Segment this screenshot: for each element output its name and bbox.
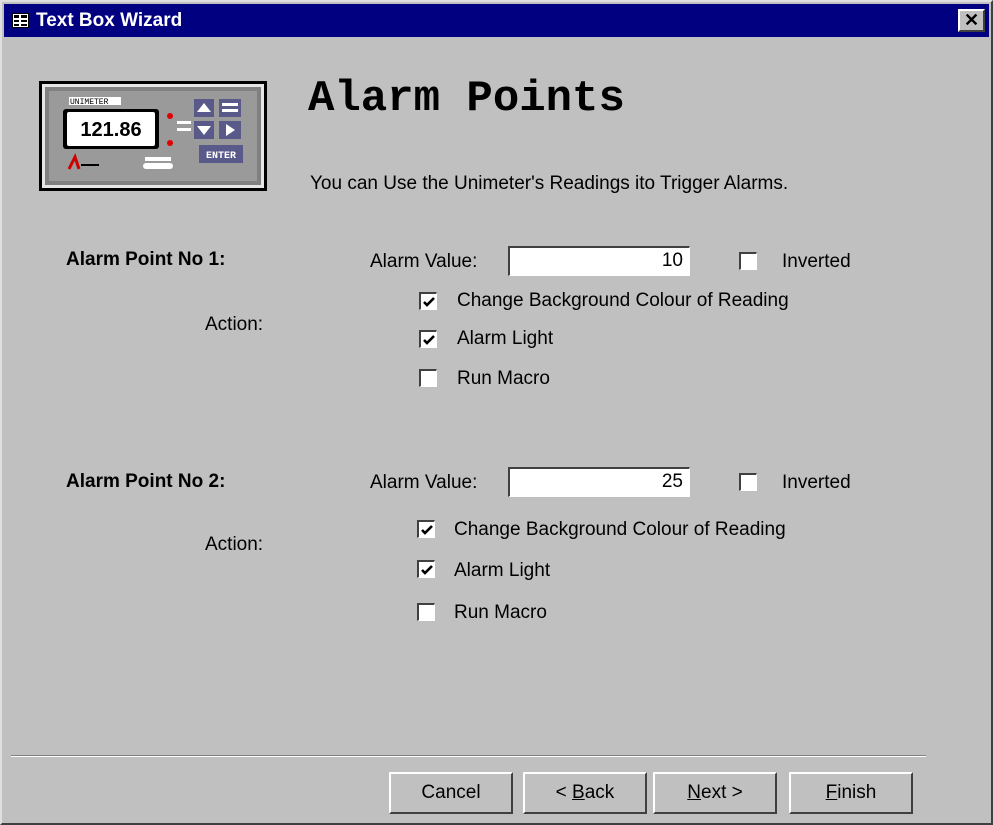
alarm2-run-macro-label: Run Macro xyxy=(454,602,547,623)
next-button-label: ext > xyxy=(701,782,743,803)
alarm2-change-bg-checkbox[interactable] xyxy=(417,520,435,538)
finish-button[interactable]: Finish xyxy=(789,772,913,814)
alarm2-inverted-label: Inverted xyxy=(782,472,851,493)
alarm1-value-label: Alarm Value: xyxy=(370,251,478,272)
alarm2-alarm-light-checkbox[interactable] xyxy=(417,560,435,578)
alarm2-run-macro-checkbox[interactable] xyxy=(417,603,435,621)
alarm2-value-input[interactable]: 25 xyxy=(508,467,690,497)
footer-separator xyxy=(11,755,926,757)
meter-header-label: UNIMETER xyxy=(70,98,109,107)
alarm2-action-label: Action: xyxy=(205,534,264,555)
alarm1-heading: Alarm Point No 1: xyxy=(66,249,226,270)
alarm2-value-label: Alarm Value: xyxy=(370,472,478,493)
back-button-label: ack xyxy=(584,782,615,803)
finish-button-label: inish xyxy=(837,782,877,803)
title-bar[interactable]: Text Box Wizard ✕ xyxy=(4,4,989,37)
back-button[interactable]: < Back xyxy=(523,772,647,814)
alarm1-change-bg-checkbox[interactable] xyxy=(419,292,437,310)
check-icon xyxy=(423,297,435,307)
form-icon xyxy=(12,13,29,28)
window-title: Text Box Wizard xyxy=(36,10,183,31)
alarm1-run-macro-checkbox[interactable] xyxy=(419,369,437,387)
alarm1-inverted-checkbox[interactable] xyxy=(739,252,757,270)
close-icon: ✕ xyxy=(963,10,980,30)
alarm1-action-label: Action: xyxy=(205,314,264,335)
back-button-prefix: < xyxy=(555,782,573,803)
alarm1-alarm-light-checkbox[interactable] xyxy=(419,330,437,348)
next-button-mnemonic: N xyxy=(687,782,701,803)
alarm1-value-input[interactable]: 10 xyxy=(508,246,690,276)
cancel-button-label: Cancel xyxy=(421,782,481,803)
alarm2-inverted-checkbox[interactable] xyxy=(739,473,757,491)
page-title: Alarm Points xyxy=(308,74,625,124)
alarm1-inverted-label: Inverted xyxy=(782,251,851,272)
unimeter-image: UNIMETER 121.86 ENTER xyxy=(39,81,267,191)
alarm2-heading: Alarm Point No 2: xyxy=(66,471,226,492)
alarm1-alarm-light-label: Alarm Light xyxy=(457,328,554,349)
back-button-mnemonic: B xyxy=(572,782,585,803)
check-icon xyxy=(423,335,435,345)
alarm1-run-macro-label: Run Macro xyxy=(457,368,550,389)
alarm2-change-bg-label: Change Background Colour of Reading xyxy=(454,519,786,540)
wizard-window: Text Box Wizard ✕ UNIMETER 121.86 ENTER xyxy=(0,0,993,825)
alarm2-alarm-light-label: Alarm Light xyxy=(454,560,551,581)
finish-button-mnemonic: F xyxy=(825,782,838,803)
meter-reading: 121.86 xyxy=(80,119,141,141)
page-subtitle: You can Use the Unimeter's Readings ito … xyxy=(310,173,789,194)
close-button[interactable]: ✕ xyxy=(958,9,985,32)
check-icon xyxy=(421,565,433,575)
alarm1-change-bg-label: Change Background Colour of Reading xyxy=(457,290,789,311)
next-button[interactable]: Next > xyxy=(653,772,777,814)
meter-enter-label: ENTER xyxy=(206,151,236,162)
cancel-button[interactable]: Cancel xyxy=(389,772,513,814)
check-icon xyxy=(421,525,433,535)
